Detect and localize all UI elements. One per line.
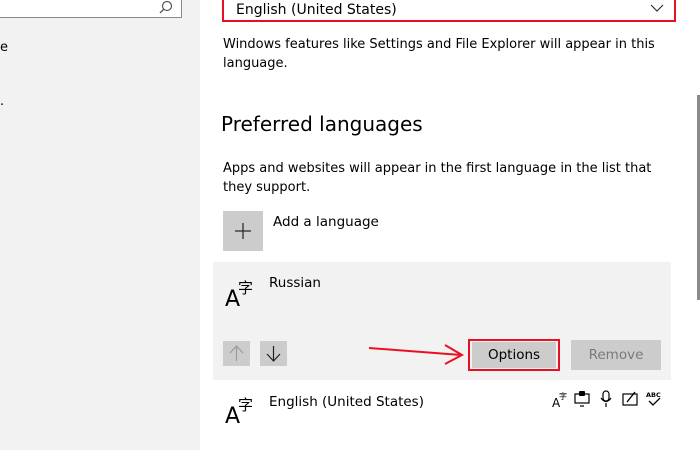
display-language-description: Windows features like Settings and File … <box>223 37 655 71</box>
add-language-label[interactable]: Add a language <box>273 214 379 230</box>
windows-display-language-dropdown[interactable]: English (United States) <box>222 0 676 22</box>
language-features: A 字 ABC <box>552 390 662 410</box>
plus-icon <box>235 223 251 239</box>
search-input[interactable] <box>0 0 182 18</box>
selected-language: English (United States) <box>236 2 397 18</box>
remove-button[interactable]: Remove <box>571 340 661 370</box>
handwriting-icon <box>622 391 638 406</box>
language-name: Russian <box>269 275 321 291</box>
language-icon: A 字 <box>225 396 253 425</box>
text-to-speech-icon <box>574 391 590 407</box>
arrow-up-icon <box>229 345 244 361</box>
preferred-languages-description: Apps and websites will appear in the fir… <box>223 161 652 195</box>
svg-text:ABC: ABC <box>646 391 661 399</box>
speech-recognition-icon <box>600 390 612 407</box>
red-arrow-annotation <box>368 344 465 365</box>
svg-text:字: 字 <box>238 396 253 414</box>
language-name: English (United States) <box>269 394 424 410</box>
language-icon: A 字 <box>225 279 253 308</box>
display-language-icon: A 字 <box>552 391 567 408</box>
add-language-button[interactable] <box>223 211 263 251</box>
move-down-button[interactable] <box>260 341 287 366</box>
move-up-button[interactable] <box>223 341 250 366</box>
spellcheck-icon: ABC <box>646 391 661 406</box>
options-button[interactable]: Options <box>472 342 556 368</box>
svg-text:字: 字 <box>238 279 253 297</box>
preferred-languages-heading: Preferred languages <box>221 112 423 136</box>
chevron-down-icon <box>650 4 664 12</box>
svg-text:字: 字 <box>559 391 567 401</box>
search-icon <box>159 0 173 14</box>
sidebar-item-label[interactable]: . <box>0 94 4 109</box>
sidebar: e . <box>0 0 200 450</box>
language-settings-panel: English (United States) Windows features… <box>200 0 700 450</box>
arrow-down-icon <box>266 346 281 362</box>
sidebar-item-label[interactable]: e <box>0 40 8 55</box>
